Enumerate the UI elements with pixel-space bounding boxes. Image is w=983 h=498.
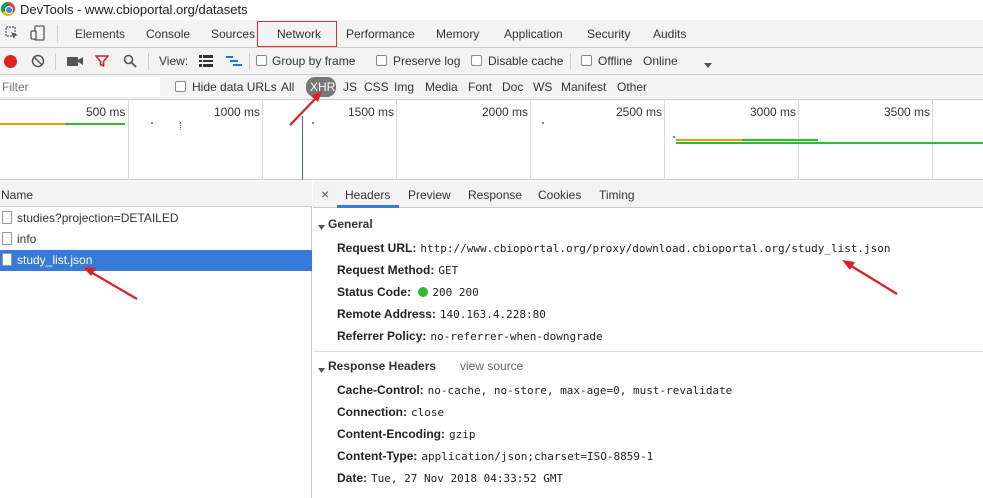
- annotation-arrows: [83, 91, 898, 300]
- annotation-arrow-xhr: [289, 91, 322, 126]
- annotation-arrow-request: [83, 267, 138, 300]
- annotation-arrow-url: [842, 260, 898, 295]
